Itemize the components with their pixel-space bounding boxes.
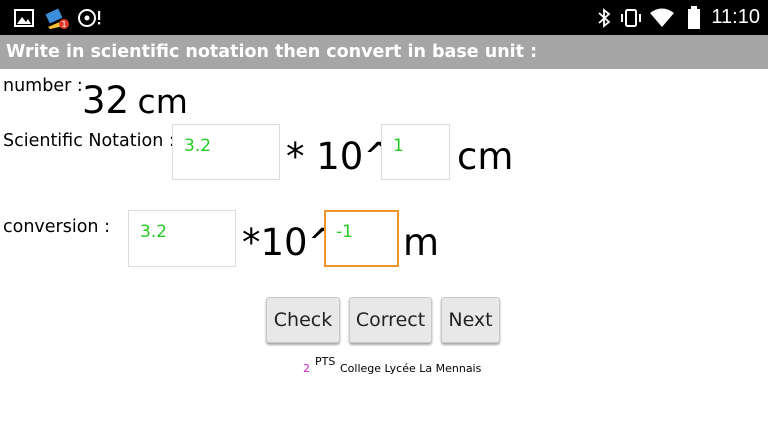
points-label: PTS [315, 355, 336, 368]
scientific-times-ten: * 10^ [286, 135, 395, 178]
number-label: number : [3, 76, 83, 96]
number-value: 32 [82, 79, 130, 122]
image-icon [12, 0, 36, 35]
number-display: 32 cm [82, 82, 188, 119]
wifi-icon [648, 0, 676, 35]
conversion-label: conversion : [3, 217, 110, 237]
conversion-exponent-input[interactable]: -1 [324, 210, 399, 267]
next-button[interactable]: Next [441, 297, 500, 343]
conversion-unit: m [403, 221, 440, 264]
scientific-mantissa-input[interactable]: 3.2 [172, 124, 280, 180]
page-title: Write in scientific notation then conver… [6, 42, 538, 62]
school-name: College Lycée La Mennais [340, 362, 482, 375]
scientific-unit: cm [457, 135, 514, 178]
points-value: 2 [303, 362, 310, 375]
correct-button[interactable]: Correct [349, 297, 432, 343]
bluetooth-icon [594, 0, 614, 35]
conversion-mantissa-input[interactable]: 3.2 [128, 210, 236, 267]
broom-notification-icon: 1 [44, 0, 70, 35]
number-unit: cm [137, 82, 188, 121]
svg-text:1: 1 [61, 20, 66, 29]
check-button[interactable]: Check [266, 297, 340, 343]
disc-alert-icon [78, 0, 102, 35]
status-time: 11:10 [711, 6, 760, 28]
scientific-exponent-input[interactable]: 1 [381, 124, 450, 180]
title-bar: Write in scientific notation then conver… [0, 35, 768, 69]
scientific-label: Scientific Notation : [3, 131, 175, 151]
status-bar: 1 11:10 [0, 0, 768, 35]
vibrate-icon [618, 0, 644, 35]
battery-icon [684, 0, 704, 35]
